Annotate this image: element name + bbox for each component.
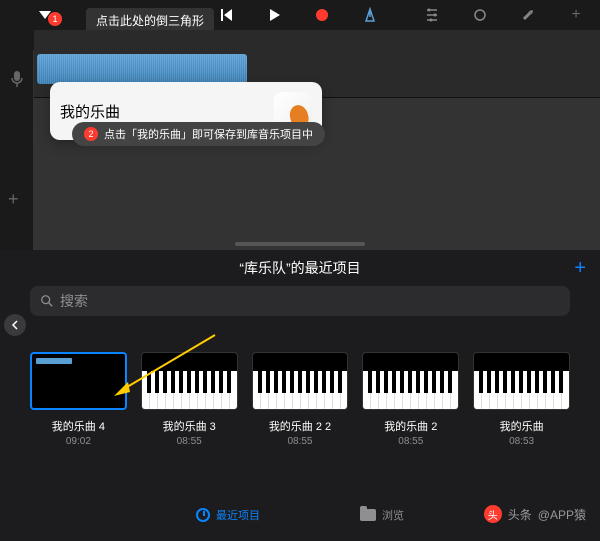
- watermark: 头 头条 @APP猿: [484, 505, 586, 523]
- folder-icon: [360, 509, 376, 521]
- play-button[interactable]: [262, 3, 286, 27]
- project-time: 08:55: [287, 436, 312, 447]
- skip-back-icon: [218, 7, 234, 23]
- projects-row: 我的乐曲 409:02我的乐曲 308:55我的乐曲 2 208:55我的乐曲 …: [0, 324, 600, 447]
- project-time: 08:55: [398, 436, 423, 447]
- metronome-icon: [362, 7, 378, 23]
- project-thumbnail: [141, 352, 238, 410]
- rewind-button[interactable]: [214, 3, 238, 27]
- project-card[interactable]: 我的乐曲 4 09:02: [30, 352, 127, 447]
- play-icon: [266, 7, 282, 23]
- project-thumbnail: [473, 352, 570, 410]
- project-thumbnail: [362, 352, 459, 410]
- search-input[interactable]: 搜索: [30, 286, 570, 316]
- project-time: 08:55: [177, 436, 202, 447]
- track-area: + 我的乐曲 2 点击「我的乐曲」即可保存到库音乐项目中: [0, 50, 600, 250]
- piano-keys-icon: [363, 371, 458, 409]
- page-title: “库乐队”的最近项目: [239, 258, 360, 278]
- step-1-badge: 1: [48, 12, 62, 26]
- mic-icon[interactable]: [7, 70, 27, 90]
- project-name: 我的乐曲 4: [52, 418, 105, 434]
- project-name: 我的乐曲 2 2: [269, 418, 331, 434]
- clock-icon: [196, 508, 210, 522]
- watermark-account: @APP猿: [538, 506, 586, 523]
- loop-icon: [472, 7, 488, 23]
- tab-browse-label: 浏览: [382, 507, 404, 523]
- project-card[interactable]: 我的乐曲 3 08:55: [141, 352, 238, 447]
- project-name: 我的乐曲: [500, 418, 544, 434]
- metronome-button[interactable]: [358, 3, 382, 27]
- projects-browser: “库乐队”的最近项目 + 搜索 我的乐曲 409:02我的乐曲 308:55我的…: [0, 250, 600, 541]
- project-name: 我的乐曲 3: [163, 418, 216, 434]
- tab-browse[interactable]: 浏览: [360, 507, 404, 523]
- project-name: 我的乐曲 2: [384, 418, 437, 434]
- add-track-button[interactable]: +: [8, 189, 19, 210]
- watermark-prefix: 头条: [508, 506, 532, 523]
- project-thumbnail: [30, 352, 127, 410]
- popup-title: 我的乐曲: [60, 101, 120, 122]
- tab-recent[interactable]: 最近项目: [196, 507, 260, 523]
- record-button[interactable]: [310, 3, 334, 27]
- settings-button[interactable]: [516, 3, 540, 27]
- piano-keys-icon: [253, 371, 348, 409]
- new-project-button[interactable]: +: [574, 257, 586, 280]
- menu-dropdown-button[interactable]: [8, 3, 32, 27]
- project-time: 08:53: [509, 436, 534, 447]
- timeline-ruler[interactable]: [34, 30, 600, 50]
- step-2-badge: 2: [84, 127, 98, 141]
- tracks-view-button[interactable]: [420, 3, 444, 27]
- sliders-icon: [424, 7, 440, 23]
- record-icon: [314, 7, 330, 23]
- track-sidebar: +: [0, 50, 34, 250]
- project-card[interactable]: 我的乐曲 2 2 08:55: [252, 352, 349, 447]
- tooltip-2: 2 点击「我的乐曲」即可保存到库音乐项目中: [72, 122, 325, 146]
- project-card[interactable]: 我的乐曲 08:53: [473, 352, 570, 447]
- add-button[interactable]: +: [564, 3, 588, 27]
- home-indicator[interactable]: [235, 242, 365, 246]
- audio-clip[interactable]: [37, 54, 247, 84]
- loop-browser-button[interactable]: [468, 3, 492, 27]
- toutiao-logo-icon: 头: [484, 505, 502, 523]
- garageband-editor: 1 点击此处的倒三角形 效果: [0, 0, 600, 250]
- tooltip-2-text: 点击「我的乐曲」即可保存到库音乐项目中: [104, 126, 313, 142]
- wrench-icon: [520, 7, 536, 23]
- tab-recent-label: 最近项目: [216, 507, 260, 523]
- editor-toolbar: 1 点击此处的倒三角形 效果: [0, 0, 600, 30]
- project-time: 09:02: [66, 436, 91, 447]
- mini-audio-clip-icon: [36, 358, 72, 364]
- waveform-icon: [37, 54, 247, 84]
- search-icon: [40, 294, 54, 308]
- browser-header: “库乐队”的最近项目 +: [0, 250, 600, 286]
- piano-keys-icon: [474, 371, 569, 409]
- piano-keys-icon: [142, 371, 237, 409]
- project-card[interactable]: 我的乐曲 2 08:55: [362, 352, 459, 447]
- project-thumbnail: [252, 352, 349, 410]
- search-placeholder: 搜索: [60, 291, 88, 311]
